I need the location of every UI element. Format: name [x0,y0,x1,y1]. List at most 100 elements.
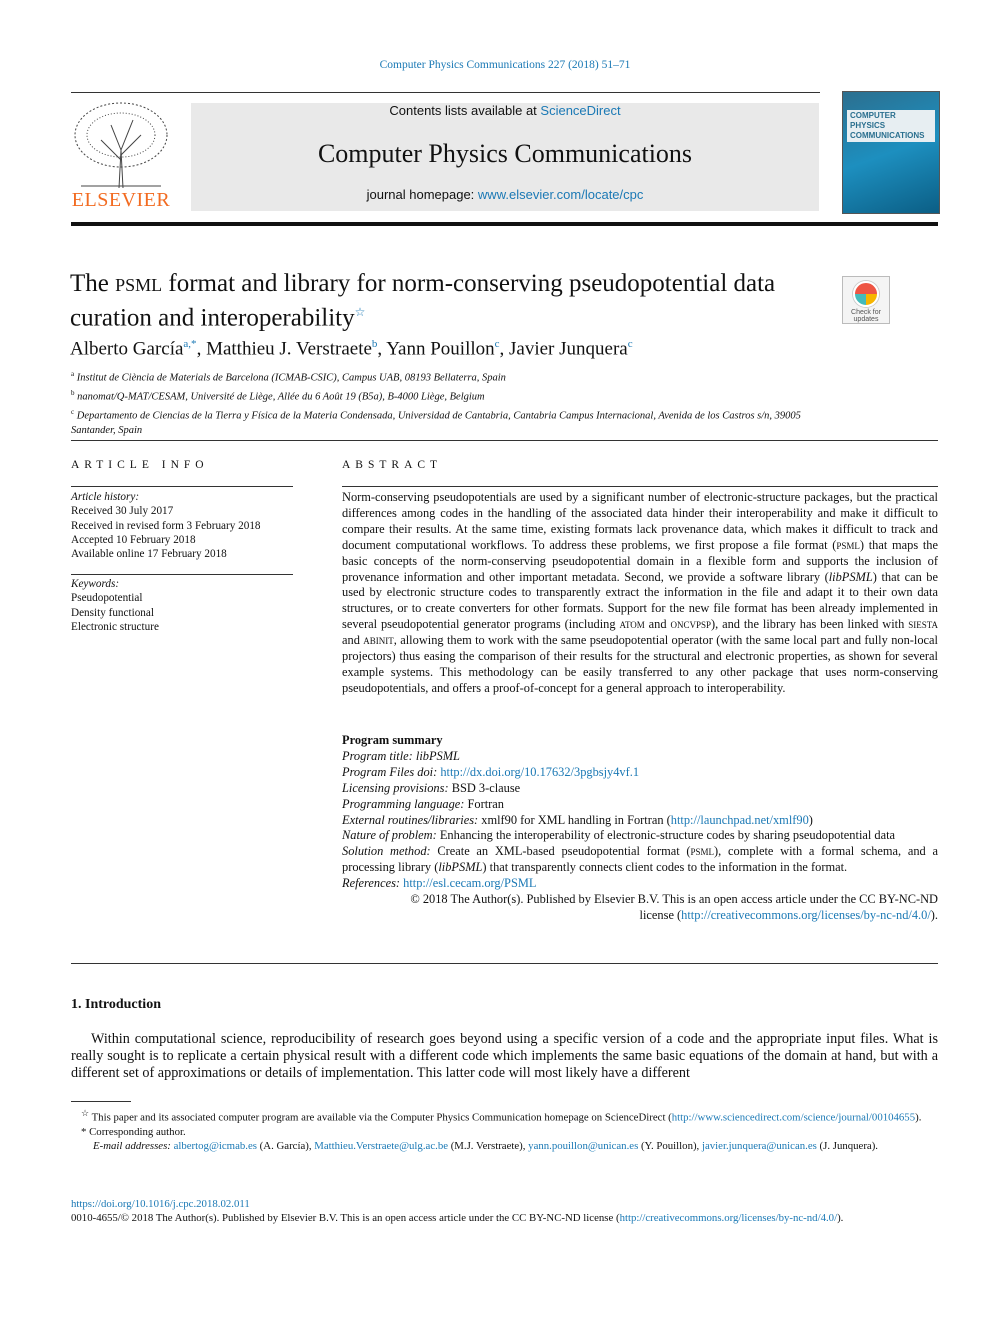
title-footnote-mark[interactable]: ☆ [355,305,366,319]
program-summary: Program summary Program title: libPSML P… [342,733,938,924]
footnote-text: This paper and its associated computer p… [89,1111,672,1124]
xmlf90-link[interactable]: http://launchpad.net/xmlf90 [671,813,809,827]
keyword: Electronic structure [71,620,159,633]
email-owner: (Y. Pouillon), [638,1140,702,1152]
article-title: The psml format and library for norm-con… [70,270,810,332]
keyword: Pseudopotential [71,592,143,605]
program-doi-link[interactable]: http://dx.doi.org/10.17632/3pgbsjy4vf.1 [440,765,639,779]
field-label: Nature of problem: [342,828,437,843]
contents-line: Contents lists available at ScienceDirec… [191,103,819,119]
affiliation-text: Institut de Ciència de Materials de Barc… [76,372,506,384]
abstract-segment: psml [836,537,860,552]
program-summary-heading: Program summary [342,733,443,747]
author-name[interactable]: Alberto García [70,338,183,359]
field-value: BSD 3-clause [448,780,521,795]
author-name[interactable]: Javier Junquera [509,338,628,359]
affiliation: c Departamento de Ciencias de la Tierra … [71,405,811,439]
copyright-line: ). [930,907,938,922]
article-info-heading: ARTICLE INFO [71,459,209,471]
history-label: Article history: [71,491,140,503]
section-heading: 1. Introduction [71,997,161,1012]
abstract-segment: libPSML [828,569,873,584]
copyright-line: license ( [639,907,682,922]
article-history: Article history: Received 30 July 2017 R… [71,490,261,561]
email-label: E-mail addresses: [93,1140,171,1152]
separator: , [377,338,387,360]
field-value: libPSML [438,860,483,875]
field-label: References: [342,876,401,891]
field-label: Program Files doi: [342,764,438,779]
affiliation: a Institut de Ciència de Materials de Ba… [71,367,811,386]
affiliation-text: Departamento de Ciencias de la Tierra y … [71,410,801,437]
email-link[interactable]: javier.junquera@unican.es [702,1140,817,1152]
affiliation-mark: c [71,408,75,416]
email-owner: (M.J. Verstraete), [448,1140,529,1152]
affiliation-mark: a [71,370,75,378]
field-value: xmlf90 for XML handling in Fortran ( [478,812,671,827]
sciencedirect-link[interactable]: ScienceDirect [540,103,620,118]
field-label: Solution method: [342,844,431,859]
homepage-prefix: journal homepage: [366,187,478,202]
field-label: Programming language: [342,796,465,811]
abstract-segment: atom [619,617,645,632]
affiliation-mark: b [71,389,75,397]
email-owner: (A. García), [256,1140,315,1152]
email-link[interactable]: albertog@icmab.es [174,1140,257,1152]
abstract-heading: ABSTRACT [342,459,443,471]
separator: , [499,338,510,360]
keyword: Density functional [71,606,154,619]
divider [71,963,938,964]
check-for-updates-badge[interactable]: Check for updates [842,276,890,324]
footnote-divider [71,1101,131,1102]
author-list: Alberto Garcíaa,*, Matthieu J. Verstraet… [70,338,633,360]
divider [71,92,820,93]
separator: , [196,338,207,360]
doi-link[interactable]: https://doi.org/10.1016/j.cpc.2018.02.01… [71,1198,250,1210]
check-updates-icon [853,281,879,307]
field-value: ) that transparently connects client cod… [482,860,848,875]
keywords: Keywords: Pseudopotential Density functi… [71,577,159,634]
field-label: Program title: [342,748,413,763]
email-link[interactable]: Matthieu.Verstraete@ulg.ac.be [314,1140,448,1152]
field-value: Fortran [464,796,504,811]
contents-prefix: Contents lists available at [389,103,541,118]
footnote-text: Corresponding author. [86,1125,186,1138]
introduction-text: Within computational science, reproducib… [71,1031,938,1081]
license-link[interactable]: http://creativecommons.org/licenses/by-n… [620,1212,838,1224]
cover-title: COMPUTER PHYSICS COMMUNICATIONS [847,110,935,142]
email-link[interactable]: yann.pouillon@unican.es [528,1140,638,1152]
abstract-segment: and [644,617,671,632]
journal-citation[interactable]: Computer Physics Communications 227 (201… [0,59,992,71]
abstract-segment: oncvpsp [670,617,711,632]
abstract-segment: , allowing them to work with the same ps… [342,633,938,695]
history-item: Accepted 10 February 2018 [71,533,196,546]
divider [342,486,938,487]
abstract-text: Norm-conserving pseudopotentials are use… [342,490,938,697]
abstract-segment: ), and the library has been linked with [710,617,909,632]
author-affiliation-mark[interactable]: c [628,338,633,350]
history-item: Received 30 July 2017 [71,505,174,518]
homepage-link[interactable]: www.elsevier.com/locate/cpc [478,187,643,202]
license-text: 0010-4655/© 2018 The Author(s). Publishe… [71,1212,620,1225]
affiliation: b nanomat/Q-MAT/CESAM, Université de Liè… [71,386,811,405]
sciencedirect-journal-link[interactable]: http://www.sciencedirect.com/science/jou… [672,1112,915,1124]
history-item: Received in revised form 3 February 2018 [71,519,261,532]
references-link[interactable]: http://esl.cecam.org/PSML [403,876,536,890]
divider [71,574,293,575]
citation-link[interactable]: Computer Physics Communications 227 (201… [380,59,631,71]
author-name[interactable]: Yann Pouillon [386,338,494,359]
author-name[interactable]: Matthieu J. Verstraete [206,338,372,359]
article-doi-license: https://doi.org/10.1016/j.cpc.2018.02.01… [71,1197,938,1225]
footnote-mark: ☆ [81,1108,90,1118]
field-value: Create an XML-based pseudopotential form… [430,844,691,859]
copyright-line: © 2018 The Author(s). Published by Elsev… [410,892,938,907]
title-part: psml [115,270,163,297]
field-label: External routines/libraries: [342,812,479,827]
field-value: Enhancing the interoperability of electr… [436,828,896,843]
check-updates-label: Check for updates [851,309,881,323]
field-value: ) [808,812,813,827]
author-affiliation-mark[interactable]: a,* [183,338,196,350]
field-value: libPSML [412,748,460,763]
license-link[interactable]: http://creativecommons.org/licenses/by-n… [681,908,931,922]
elsevier-wordmark: ELSEVIER [71,189,171,211]
